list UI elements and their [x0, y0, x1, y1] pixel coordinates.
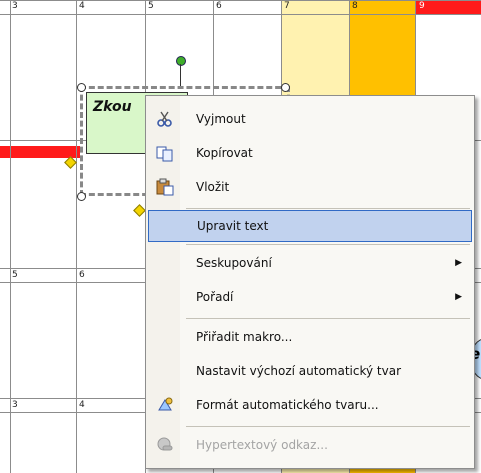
- format-shape-icon: [158, 397, 173, 411]
- submenu-arrow-icon: ▶: [455, 292, 462, 302]
- menu-item-label: Přiřadit makro...: [196, 330, 293, 344]
- menu-separator: [186, 208, 470, 209]
- menu-item-grouping[interactable]: Seskupování ▶: [148, 248, 472, 278]
- menu-item-paste[interactable]: Vložit: [148, 172, 472, 202]
- day-number: 3: [12, 400, 18, 410]
- menu-item-set-default-autoshape[interactable]: Nastavit výchozí automatický tvar: [148, 356, 472, 386]
- menu-item-label: Kopírovat: [196, 146, 253, 160]
- submenu-arrow-icon: ▶: [455, 258, 462, 268]
- menu-separator: [186, 244, 470, 245]
- menu-item-label: Nastavit výchozí automatický tvar: [196, 364, 402, 378]
- menu-item-cut[interactable]: Vyjmout: [148, 104, 472, 134]
- context-menu: Vyjmout Kopírovat Vložit Upravit text Se…: [145, 95, 475, 469]
- menu-item-label: Upravit text: [197, 219, 269, 233]
- day-number: 5: [148, 1, 154, 11]
- grid-line: [0, 14, 481, 15]
- menu-item-edit-text[interactable]: Upravit text: [148, 210, 472, 242]
- resize-handle[interactable]: [77, 83, 86, 92]
- grid-line: [0, 0, 481, 1]
- day-number: 5: [12, 270, 18, 280]
- red-row-band: [0, 146, 80, 158]
- menu-separator: [186, 318, 470, 319]
- day-number: 8: [352, 1, 358, 11]
- resize-handle[interactable]: [77, 192, 86, 201]
- menu-separator: [186, 426, 470, 427]
- day-number: 4: [79, 400, 85, 410]
- day-number: 7: [284, 1, 290, 11]
- adjust-handle[interactable]: [133, 204, 146, 217]
- menu-item-copy[interactable]: Kopírovat: [148, 138, 472, 168]
- grid-line: [10, 0, 11, 473]
- day-number: 9: [419, 1, 425, 11]
- copy-icon: [156, 146, 173, 162]
- day-number: 6: [79, 270, 85, 280]
- day-number: 3: [12, 1, 18, 11]
- rotation-handle[interactable]: [176, 56, 186, 66]
- paste-icon: [156, 178, 174, 196]
- shape-text: Zkou: [93, 99, 132, 115]
- resize-handle[interactable]: [281, 83, 290, 92]
- menu-item-hyperlink[interactable]: Hypertextový odkaz...: [148, 430, 472, 460]
- day-number: 6: [216, 1, 222, 11]
- menu-item-assign-macro[interactable]: Přiřadit makro...: [148, 322, 472, 352]
- menu-item-label: Hypertextový odkaz...: [196, 438, 328, 452]
- menu-item-format-autoshape[interactable]: Formát automatického tvaru...: [148, 390, 472, 420]
- menu-item-order[interactable]: Pořadí ▶: [148, 282, 472, 312]
- menu-item-label: Vložit: [196, 180, 230, 194]
- menu-item-label: Pořadí: [196, 290, 234, 304]
- menu-item-label: Formát automatického tvaru...: [196, 398, 379, 412]
- menu-item-label: Vyjmout: [196, 112, 246, 126]
- hyperlink-icon: [157, 437, 173, 451]
- menu-item-label: Seskupování: [196, 256, 272, 270]
- adjust-handle[interactable]: [64, 156, 77, 169]
- rotation-stem: [180, 64, 181, 86]
- grid-line: [76, 0, 77, 473]
- day-number: 4: [79, 1, 85, 11]
- scissors-icon: [157, 111, 172, 127]
